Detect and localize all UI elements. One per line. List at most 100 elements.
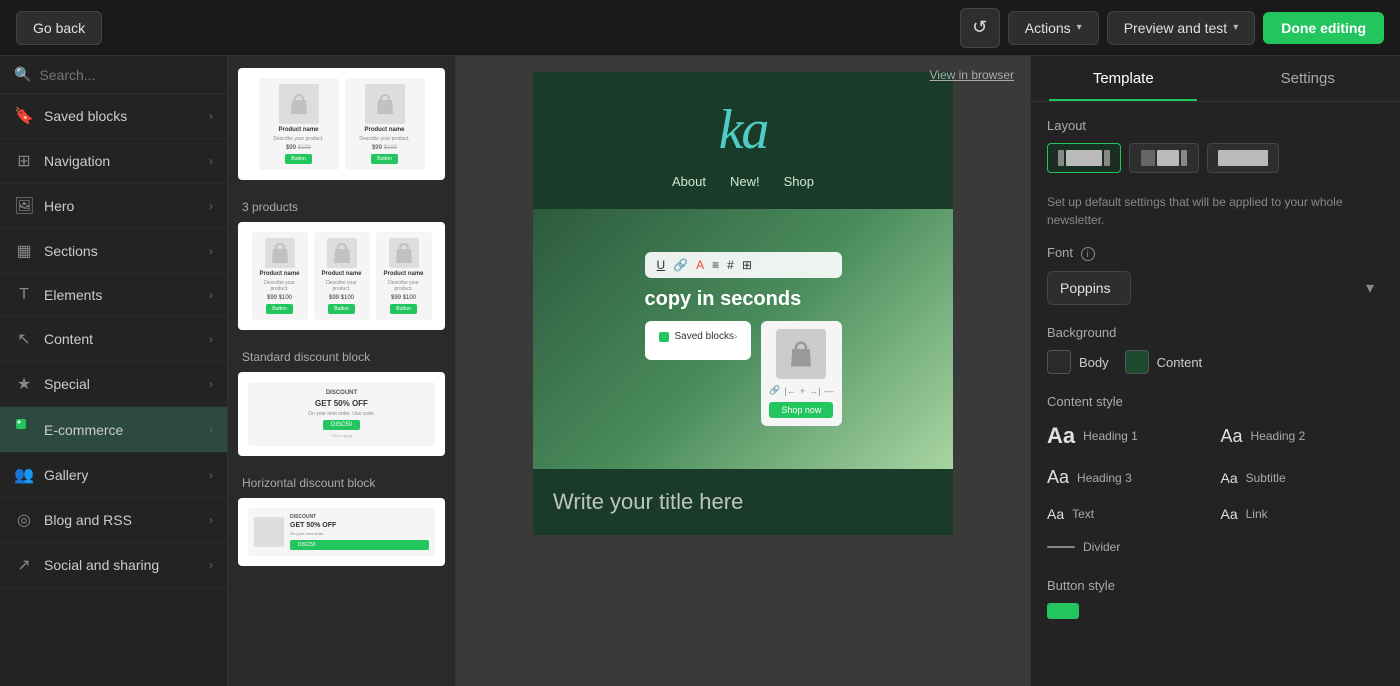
underline-icon: U <box>657 258 666 272</box>
top-bar-right: ↺ Actions ▾ Preview and test ▾ Done edit… <box>960 8 1384 48</box>
view-in-browser-link[interactable]: View in browser <box>930 68 1014 82</box>
actions-label: Actions <box>1025 20 1071 36</box>
button-style-row <box>1047 603 1384 619</box>
nav-item-new[interactable]: New! <box>730 174 760 189</box>
block-label-horizontal-discount: Horizontal discount block <box>238 476 445 490</box>
block-preview-horizontal-discount[interactable]: DISCOUNT GET 50% OFF On your next order … <box>238 498 445 566</box>
layout-col-narrow-right <box>1181 150 1187 166</box>
sidebar-label-saved-blocks: Saved blocks <box>44 108 127 124</box>
body-color-swatch[interactable] <box>1047 350 1071 374</box>
preview-button[interactable]: Preview and test ▾ <box>1107 11 1256 45</box>
layout-option-wide[interactable] <box>1207 143 1279 173</box>
heading2-label: Heading 2 <box>1251 429 1306 443</box>
content-color-swatch[interactable] <box>1125 350 1149 374</box>
actions-chevron-icon: ▾ <box>1077 22 1082 33</box>
font-section: Font i Poppins Arial Georgia Helvetica V… <box>1047 245 1384 305</box>
bookmark-icon: 🔖 <box>14 106 34 126</box>
right-panel-tabs: Template Settings <box>1031 56 1400 102</box>
sidebar-item-special[interactable]: ★ Special › <box>0 362 227 407</box>
sidebar-label-ecommerce: E-commerce <box>44 422 123 438</box>
button-style-preview[interactable] <box>1047 603 1079 619</box>
cursor-icon: ↖ <box>14 329 34 349</box>
sidebar-label-navigation: Navigation <box>44 153 110 169</box>
image-icon: 🖼 <box>14 196 34 216</box>
align-left-icon: |← <box>785 386 796 396</box>
block-item-horizontal-discount: Horizontal discount block DISCOUNT GET 5… <box>238 476 445 566</box>
layout-col-center <box>1066 150 1102 166</box>
layout-description: Set up default settings that will be app… <box>1047 193 1384 229</box>
sidebar-item-ecommerce[interactable]: E-commerce › <box>0 407 227 453</box>
preview-chevron-icon: ▾ <box>1233 22 1238 33</box>
divider-preview <box>1047 546 1075 548</box>
nav-item-about[interactable]: About <box>672 174 706 189</box>
email-nav: About New! Shop <box>672 174 814 189</box>
email-title-text[interactable]: Write your title here <box>553 489 933 515</box>
style-item-link[interactable]: Aa Link <box>1221 502 1385 526</box>
block-preview-standard-discount[interactable]: DISCOUNT GET 50% OFF On your next order.… <box>238 372 445 456</box>
tab-template[interactable]: Template <box>1031 56 1216 101</box>
sidebar-item-social-sharing[interactable]: ↗ Social and sharing › <box>0 543 227 588</box>
content-style-section: Content style Aa Heading 1 Aa Heading 2 … <box>1047 394 1384 558</box>
nav-item-shop[interactable]: Shop <box>784 174 814 189</box>
rss-icon: ◎ <box>14 510 34 530</box>
style-item-subtitle[interactable]: Aa Subtitle <box>1221 463 1385 492</box>
sidebar-label-sections: Sections <box>44 243 98 259</box>
tab-settings[interactable]: Settings <box>1216 56 1400 101</box>
content-label: Content <box>1157 355 1203 370</box>
sidebar-item-sections[interactable]: ▦ Sections › <box>0 229 227 274</box>
link-icon-2: 🔗 <box>769 385 780 396</box>
color-icon: A <box>696 258 704 272</box>
sidebar-item-hero[interactable]: 🖼 Hero › <box>0 184 227 229</box>
font-info-icon[interactable]: i <box>1081 247 1095 261</box>
block-preview-2products[interactable]: Product name Describe your product. $99 … <box>238 68 445 180</box>
layout-option-narrow[interactable] <box>1129 143 1199 173</box>
style-item-heading3[interactable]: Aa Heading 3 <box>1047 463 1211 492</box>
history-button[interactable]: ↺ <box>960 8 1000 48</box>
align-icon: ≡ <box>712 258 719 272</box>
style-item-heading2[interactable]: Aa Heading 2 <box>1221 419 1385 453</box>
saved-blocks-label: Saved blocks <box>675 331 734 342</box>
actions-button[interactable]: Actions ▾ <box>1008 11 1099 45</box>
saved-blocks-chevron: › <box>734 331 737 342</box>
font-select[interactable]: Poppins Arial Georgia Helvetica Verdana <box>1047 271 1131 305</box>
top-bar-left: Go back <box>16 11 102 45</box>
chevron-right-icon: › <box>209 513 213 527</box>
sidebar-item-saved-blocks[interactable]: 🔖 Saved blocks › <box>0 94 227 139</box>
chevron-right-icon: › <box>209 199 213 213</box>
chevron-right-icon: › <box>209 154 213 168</box>
layout-option-full[interactable] <box>1047 143 1121 173</box>
block-preview-3products[interactable]: Product name Describe your product. $99 … <box>238 222 445 330</box>
font-select-wrapper: Poppins Arial Georgia Helvetica Verdana <box>1047 271 1384 305</box>
block-item-2products: Product name Describe your product. $99 … <box>238 68 445 180</box>
right-panel: Template Settings Layout <box>1030 56 1400 686</box>
sidebar-item-elements[interactable]: T Elements › <box>0 274 227 317</box>
done-editing-button[interactable]: Done editing <box>1263 12 1384 44</box>
chevron-right-icon: › <box>209 423 213 437</box>
layout-options <box>1047 143 1384 173</box>
go-back-button[interactable]: Go back <box>16 11 102 45</box>
style-item-text[interactable]: Aa Text <box>1047 502 1211 526</box>
search-input[interactable] <box>39 67 213 83</box>
sidebar-item-gallery[interactable]: 👥 Gallery › <box>0 453 227 498</box>
sidebar-item-navigation[interactable]: ⊞ Navigation › <box>0 139 227 184</box>
layout-section: Layout <box>1047 118 1384 173</box>
preview-label: Preview and test <box>1124 20 1228 36</box>
block-item-standard-discount: Standard discount block DISCOUNT GET 50%… <box>238 350 445 456</box>
subtitle-aa: Aa <box>1221 470 1238 486</box>
sidebar-label-social-sharing: Social and sharing <box>44 557 159 573</box>
subtitle-label: Subtitle <box>1246 471 1286 485</box>
background-label: Background <box>1047 325 1384 340</box>
style-item-heading1[interactable]: Aa Heading 1 <box>1047 419 1211 453</box>
sidebar-item-blog-rss[interactable]: ◎ Blog and RSS › <box>0 498 227 543</box>
history-icon: ↺ <box>972 17 987 38</box>
chevron-right-icon: › <box>209 109 213 123</box>
content-style-label: Content style <box>1047 394 1384 409</box>
top-bar: Go back ↺ Actions ▾ Preview and test ▾ D… <box>0 0 1400 56</box>
align-right-icon: →| <box>809 386 820 396</box>
chevron-right-icon: › <box>209 377 213 391</box>
email-title-section: Write your title here <box>533 469 953 535</box>
style-item-divider[interactable]: Divider <box>1047 536 1211 558</box>
heading1-label: Heading 1 <box>1083 429 1138 443</box>
block-label-standard-discount: Standard discount block <box>238 350 445 364</box>
sidebar-item-content[interactable]: ↖ Content › <box>0 317 227 362</box>
